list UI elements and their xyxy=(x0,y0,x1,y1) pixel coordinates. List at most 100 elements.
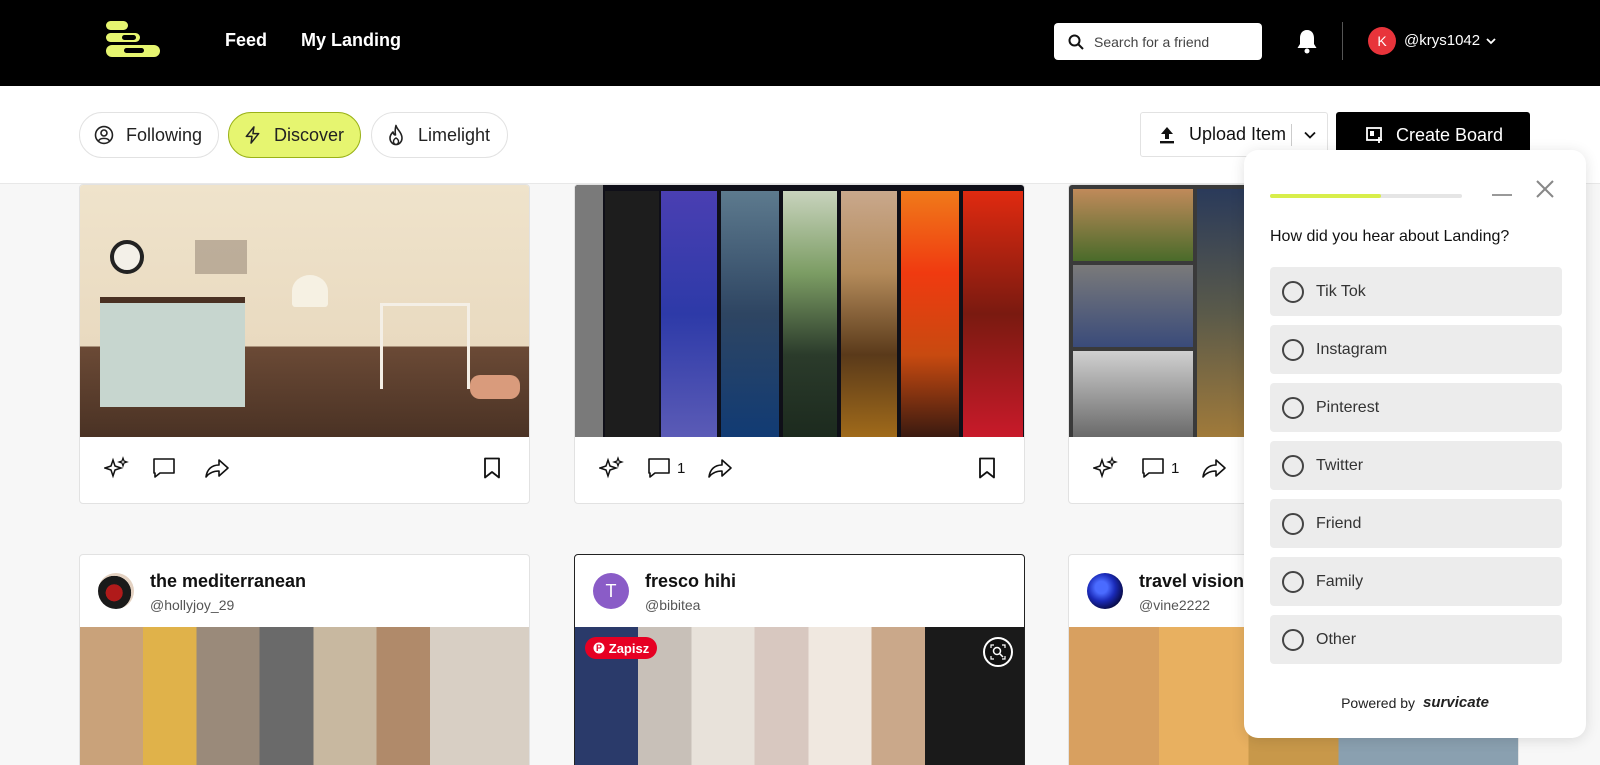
survey-progress xyxy=(1270,194,1462,198)
board-image-fresco[interactable]: P Zapisz xyxy=(575,627,1024,765)
board-actions: 1 xyxy=(575,437,1024,499)
upload-item-label: Upload Item xyxy=(1189,124,1287,144)
upload-options-dropdown[interactable] xyxy=(1292,131,1327,139)
board-owner-handle[interactable]: @bibitea xyxy=(645,597,700,613)
survey-footer: Powered by survicate xyxy=(1244,694,1586,711)
board-owner-avatar[interactable] xyxy=(1087,573,1123,609)
survey-option-friend[interactable]: Friend xyxy=(1270,499,1562,548)
visual-search-icon xyxy=(990,644,1006,660)
desk-image xyxy=(380,303,470,389)
board-header: T fresco hihi @bibitea xyxy=(575,555,1024,627)
sparkle-button[interactable] xyxy=(1093,456,1119,480)
search-input[interactable] xyxy=(1094,33,1254,50)
powered-by-label: Powered by xyxy=(1341,694,1416,711)
board-image-mediterranean[interactable] xyxy=(80,627,529,765)
survey-popup: How did you hear about Landing? Tik Tok … xyxy=(1244,150,1586,738)
board-title[interactable]: the mediterranean xyxy=(150,571,306,592)
user-avatar[interactable]: K xyxy=(1368,27,1396,55)
board-title[interactable]: travel vision xyxy=(1139,571,1244,592)
sparkle-button[interactable] xyxy=(104,456,130,480)
landing-logo[interactable] xyxy=(104,20,162,60)
board-card[interactable] xyxy=(79,184,530,504)
minimize-button[interactable] xyxy=(1492,194,1512,196)
filter-limelight-label: Limelight xyxy=(418,124,491,145)
board-title[interactable]: fresco hihi xyxy=(645,571,736,592)
board-image-night-collage[interactable] xyxy=(575,185,1024,437)
survey-progress-fill xyxy=(1270,194,1382,198)
visual-search-button[interactable] xyxy=(983,637,1013,667)
filter-following[interactable]: Following xyxy=(79,112,219,158)
friend-search[interactable] xyxy=(1054,23,1262,60)
comment-button[interactable] xyxy=(152,457,182,479)
collage-tile xyxy=(1073,265,1193,347)
svg-text:P: P xyxy=(596,643,602,653)
board-header: the mediterranean @hollyjoy_29 xyxy=(80,555,529,627)
user-circle-icon xyxy=(94,125,114,145)
board-card[interactable]: T fresco hihi @bibitea P Zapisz xyxy=(574,554,1025,765)
username-label: @krys1042 xyxy=(1404,32,1481,49)
pinterest-save-button[interactable]: P Zapisz xyxy=(585,637,657,659)
nav-my-landing[interactable]: My Landing xyxy=(301,30,401,51)
survey-option-pinterest[interactable]: Pinterest xyxy=(1270,383,1562,432)
survey-option-label: Instagram xyxy=(1316,340,1388,358)
board-owner-handle[interactable]: @hollyjoy_29 xyxy=(150,597,234,613)
share-button[interactable] xyxy=(707,457,733,479)
figure-image xyxy=(470,375,520,399)
survey-option-twitter[interactable]: Twitter xyxy=(1270,441,1562,490)
share-button[interactable] xyxy=(204,457,230,479)
board-owner-avatar[interactable] xyxy=(98,573,134,609)
collage-tile xyxy=(1073,351,1193,437)
board-image-bedroom[interactable] xyxy=(80,185,529,437)
search-icon xyxy=(1068,34,1084,50)
board-card[interactable]: 1 xyxy=(574,184,1025,504)
comment-count: 1 xyxy=(1171,459,1180,477)
notification-bell-icon[interactable] xyxy=(1296,28,1318,54)
survey-option-instagram[interactable]: Instagram xyxy=(1270,325,1562,374)
bookmark-icon[interactable] xyxy=(483,457,501,479)
survey-question: How did you hear about Landing? xyxy=(1270,228,1510,245)
close-icon[interactable] xyxy=(1534,178,1556,200)
board-owner-avatar[interactable]: T xyxy=(593,573,629,609)
sparkle-button[interactable] xyxy=(599,456,625,480)
share-icon xyxy=(205,459,229,478)
comment-icon xyxy=(153,458,175,478)
survey-option-label: Tik Tok xyxy=(1316,282,1366,300)
survey-option-label: Other xyxy=(1316,630,1357,648)
photo-collage-image xyxy=(195,240,247,274)
survey-option-family[interactable]: Family xyxy=(1270,557,1562,606)
board-card[interactable]: the mediterranean @hollyjoy_29 xyxy=(79,554,530,765)
filter-limelight[interactable]: Limelight xyxy=(371,112,508,158)
comment-button[interactable]: 1 xyxy=(1141,457,1179,479)
nav-feed[interactable]: Feed xyxy=(225,30,267,51)
bookmark-icon[interactable] xyxy=(978,457,996,479)
survey-option-label: Twitter xyxy=(1316,456,1364,474)
radio-button[interactable] xyxy=(1282,512,1304,535)
radio-button[interactable] xyxy=(1282,570,1304,593)
filter-discover-label: Discover xyxy=(273,124,344,145)
collage-tile xyxy=(841,191,897,437)
survey-option-label: Family xyxy=(1316,572,1364,590)
wall-clock-image xyxy=(110,240,144,274)
create-board-label: Create Board xyxy=(1396,124,1504,145)
radio-button[interactable] xyxy=(1282,396,1304,419)
filter-discover[interactable]: Discover xyxy=(228,112,361,158)
lightning-icon xyxy=(245,126,260,144)
comment-button[interactable]: 1 xyxy=(647,457,685,479)
collage-tile xyxy=(1073,189,1193,261)
chevron-down-icon xyxy=(1303,131,1316,139)
radio-button[interactable] xyxy=(1282,454,1304,477)
collage-tile xyxy=(901,191,959,437)
user-menu[interactable]: @krys1042 xyxy=(1404,32,1496,49)
board-owner-handle[interactable]: @vine2222 xyxy=(1139,597,1210,613)
share-button[interactable] xyxy=(1201,457,1227,479)
radio-button[interactable] xyxy=(1282,628,1304,651)
radio-button[interactable] xyxy=(1282,338,1304,361)
share-icon xyxy=(708,459,733,478)
comment-icon xyxy=(1142,458,1164,478)
upload-item-main[interactable]: Upload Item xyxy=(1141,124,1291,145)
survey-option-label: Pinterest xyxy=(1316,398,1380,416)
survey-option-other[interactable]: Other xyxy=(1270,615,1562,664)
survicate-logo[interactable]: survicate xyxy=(1423,694,1489,711)
radio-button[interactable] xyxy=(1282,280,1304,303)
survey-option-tiktok[interactable]: Tik Tok xyxy=(1270,267,1562,316)
